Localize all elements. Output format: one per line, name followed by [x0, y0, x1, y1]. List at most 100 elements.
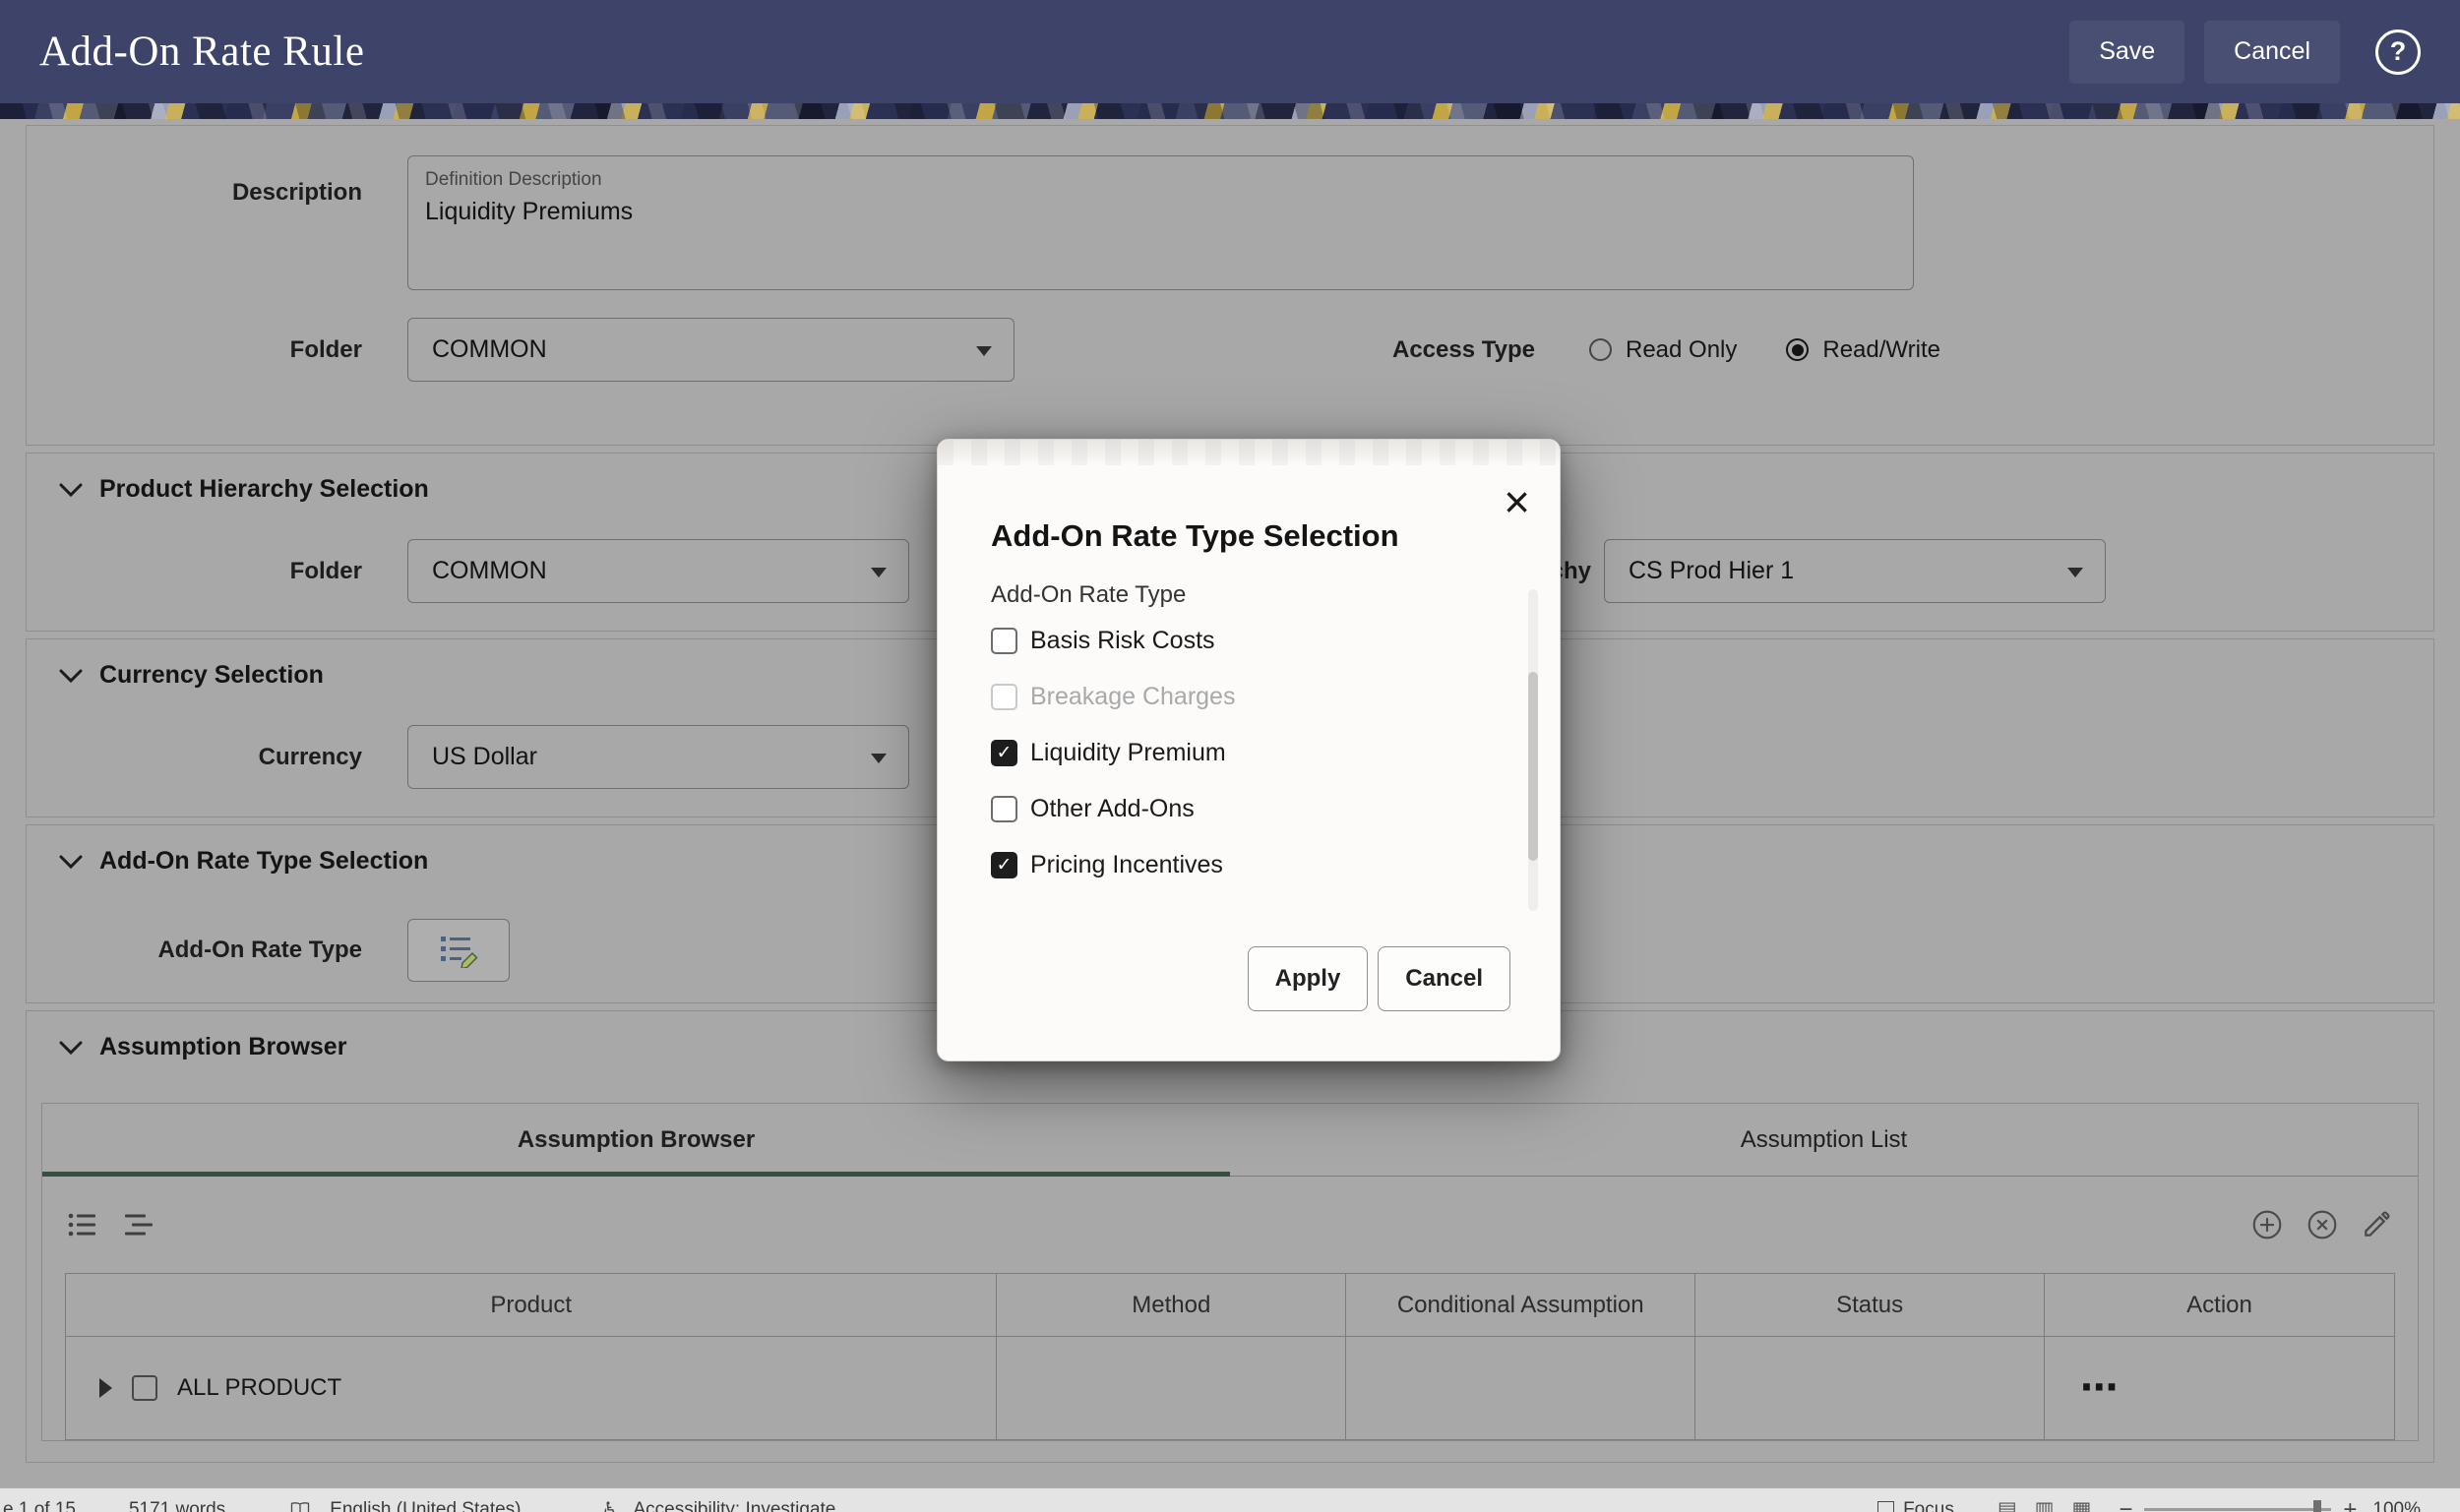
checkbox-unchecked-icon[interactable]	[991, 796, 1017, 822]
option-label: Pricing Incentives	[1030, 851, 1223, 879]
zoom-level[interactable]: 100%	[2372, 1499, 2421, 1512]
ph-folder-dropdown-value: COMMON	[432, 557, 547, 585]
addon-type-option-list: Basis Risk Costs Breakage Charges ✓ Liqu…	[991, 613, 1560, 893]
ph-folder-dropdown[interactable]: COMMON	[407, 539, 909, 603]
chevron-down-icon	[871, 754, 887, 763]
section-collapse-icon[interactable]	[59, 1041, 83, 1055]
option-pricing-incentives[interactable]: ✓ Pricing Incentives	[991, 837, 1560, 893]
addon-heading: Add-On Rate Type Selection	[99, 847, 428, 876]
column-method: Method	[997, 1274, 1346, 1336]
column-conditional-assumption: Conditional Assumption	[1346, 1274, 1695, 1336]
focus-icon	[1877, 1501, 1894, 1512]
application-window: Add-On Rate Rule Save Cancel ? Descripti…	[0, 0, 2460, 1512]
addon-rate-type-dialog: × Add-On Rate Type Selection Add-On Rate…	[937, 439, 1561, 1061]
option-label: Other Add-Ons	[1030, 795, 1195, 823]
language-indicator[interactable]: English (United States)	[330, 1499, 521, 1512]
currency-dropdown-value: US Dollar	[432, 743, 537, 771]
word-status-bar: e 1 of 15 5171 words English (United Sta…	[0, 1487, 2460, 1512]
focus-mode-button[interactable]: Focus	[1877, 1499, 1954, 1512]
cancel-button[interactable]: Cancel	[2204, 21, 2340, 84]
edit-pencil-icon[interactable]	[2361, 1209, 2392, 1240]
dialog-list-label: Add-On Rate Type	[991, 581, 1560, 609]
radio-read-only[interactable]: Read Only	[1589, 336, 1737, 364]
apply-button[interactable]: Apply	[1248, 946, 1369, 1011]
accessibility-status[interactable]: Accessibility: Investigate	[633, 1499, 835, 1512]
dialog-cancel-button[interactable]: Cancel	[1378, 946, 1510, 1011]
radio-read-write[interactable]: Read/Write	[1786, 336, 1940, 364]
chevron-down-icon	[976, 346, 992, 356]
proofing-icon[interactable]	[290, 1502, 310, 1512]
outline-view-icon[interactable]	[125, 1212, 154, 1238]
hierarchy-dropdown[interactable]: CS Prod Hier 1	[1604, 539, 2106, 603]
radio-icon-selected[interactable]	[1786, 338, 1809, 361]
bulleted-list-icon[interactable]	[68, 1212, 97, 1238]
description-textarea[interactable]: Definition Description Liquidity Premium…	[407, 155, 1914, 290]
zoom-out-button[interactable]: −	[2119, 1496, 2132, 1512]
focus-label: Focus	[1903, 1499, 1954, 1512]
tab-assumption-browser[interactable]: Assumption Browser	[42, 1104, 1230, 1176]
status-cell	[1695, 1337, 2045, 1439]
option-basis-risk-costs[interactable]: Basis Risk Costs	[991, 613, 1560, 669]
assumption-table: Product Method Conditional Assumption St…	[65, 1273, 2395, 1440]
tab-assumption-list[interactable]: Assumption List	[1230, 1104, 2418, 1176]
assumption-browser-section: Assumption Browser Assumption Browser As…	[26, 1010, 2434, 1463]
column-action: Action	[2045, 1274, 2394, 1336]
checkbox-checked-icon[interactable]: ✓	[991, 852, 1017, 878]
currency-label: Currency	[27, 744, 362, 771]
access-type-group: Access Type Read Only Read/Write	[1392, 336, 1990, 364]
checkbox-disabled-icon	[991, 684, 1017, 710]
page-indicator[interactable]: e 1 of 15	[3, 1499, 76, 1512]
zoom-slider-thumb[interactable]	[2313, 1500, 2321, 1512]
help-icon[interactable]: ?	[2375, 30, 2421, 75]
product-hierarchy-heading: Product Hierarchy Selection	[99, 475, 429, 504]
assumption-tabs: Assumption Browser Assumption List	[42, 1104, 2418, 1177]
definition-section: Description Definition Description Liqui…	[26, 125, 2434, 446]
folder-dropdown[interactable]: COMMON	[407, 318, 1015, 382]
currency-dropdown[interactable]: US Dollar	[407, 725, 909, 789]
read-only-label: Read Only	[1626, 336, 1737, 364]
read-mode-icon[interactable]: ▤	[1998, 1497, 2017, 1512]
remove-circle-icon[interactable]	[2306, 1208, 2339, 1241]
column-product: Product	[66, 1274, 997, 1336]
description-float-label: Definition Description	[425, 169, 1896, 191]
read-write-label: Read/Write	[1822, 336, 1940, 364]
checkbox-checked-icon[interactable]: ✓	[991, 740, 1017, 766]
option-label: Breakage Charges	[1030, 683, 1235, 711]
chevron-down-icon	[2067, 568, 2083, 577]
assumption-heading: Assumption Browser	[99, 1033, 346, 1061]
expand-row-icon[interactable]	[99, 1378, 112, 1398]
print-layout-icon[interactable]: ▥	[2035, 1497, 2055, 1512]
action-cell: ⋯	[2045, 1337, 2394, 1439]
dialog-title: Add-On Rate Type Selection	[991, 518, 1560, 554]
option-label: Basis Risk Costs	[1030, 627, 1215, 655]
header-actions: Save Cancel ?	[2069, 21, 2421, 84]
folder-label: Folder	[27, 336, 362, 364]
web-layout-icon[interactable]: ▦	[2072, 1497, 2092, 1512]
radio-icon-unselected[interactable]	[1589, 338, 1612, 361]
conditional-assumption-cell	[1346, 1337, 1695, 1439]
page-header: Add-On Rate Rule Save Cancel ?	[0, 0, 2460, 103]
method-cell	[997, 1337, 1346, 1439]
hierarchy-dropdown-value: CS Prod Hier 1	[1629, 557, 1794, 585]
decorative-banner-image	[0, 103, 2460, 119]
folder-dropdown-value: COMMON	[432, 335, 547, 364]
option-other-add-ons[interactable]: Other Add-Ons	[991, 781, 1560, 837]
zoom-in-button[interactable]: +	[2343, 1496, 2357, 1512]
word-count[interactable]: 5171 words	[129, 1499, 225, 1512]
page-title: Add-On Rate Rule	[39, 28, 364, 76]
assumption-toolbar	[42, 1177, 2418, 1273]
save-button[interactable]: Save	[2069, 21, 2184, 84]
close-icon[interactable]: ×	[1504, 479, 1530, 524]
add-circle-icon[interactable]	[2250, 1208, 2284, 1241]
scrollbar-thumb[interactable]	[1528, 672, 1538, 861]
checkbox-unchecked-icon[interactable]	[991, 628, 1017, 654]
section-collapse-icon[interactable]	[59, 855, 83, 869]
zoom-slider[interactable]	[2144, 1508, 2331, 1511]
section-collapse-icon[interactable]	[59, 483, 83, 497]
section-collapse-icon[interactable]	[59, 669, 83, 683]
table-header-row: Product Method Conditional Assumption St…	[66, 1274, 2394, 1337]
addon-rate-type-picker-button[interactable]	[407, 919, 510, 982]
option-liquidity-premium[interactable]: ✓ Liquidity Premium	[991, 725, 1560, 781]
currency-heading: Currency Selection	[99, 661, 324, 690]
row-checkbox[interactable]	[132, 1375, 157, 1401]
